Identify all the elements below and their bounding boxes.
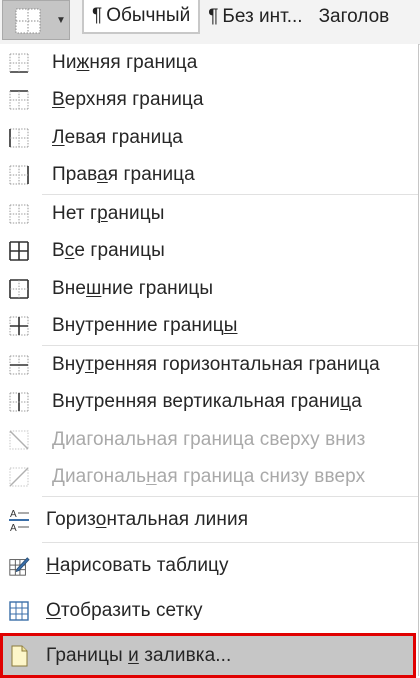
style-item-label: Обычный: [106, 5, 191, 26]
inside-vertical-border-icon: [8, 391, 30, 413]
menu-item-label: Диагональная граница сверху вниз: [52, 428, 366, 450]
svg-text:A: A: [10, 523, 17, 533]
menu-item-view-gridlines[interactable]: Отобразить сетку: [0, 588, 418, 633]
borders-dropdown-menu: Нижняя граница Верхняя граница Левая гра…: [0, 44, 419, 678]
menu-item-label: Внешние границы: [52, 277, 214, 299]
menu-item-draw-table[interactable]: Нарисовать таблицу: [0, 543, 418, 588]
svg-text:A: A: [10, 509, 17, 520]
menu-item-label: Нет границы: [52, 202, 165, 224]
menu-item-label: Внутренние границы: [52, 315, 238, 337]
borders-and-shading-icon: [8, 645, 30, 667]
all-borders-icon: [8, 240, 30, 262]
border-bottom-icon: [8, 52, 30, 74]
style-item-label: Заголов: [318, 6, 390, 27]
menu-item-label: Внутренняя горизонтальная граница: [52, 353, 380, 375]
border-right-icon: [8, 164, 30, 186]
menu-item-all-borders[interactable]: Все границы: [0, 233, 418, 271]
menu-item-label: Все границы: [52, 240, 165, 262]
borders-icon: [15, 8, 41, 34]
border-top-icon: [8, 89, 30, 111]
menu-item-border-left[interactable]: Левая граница: [0, 119, 418, 157]
diagonal-down-border-icon: [8, 429, 30, 451]
chevron-down-icon: ▼: [56, 14, 66, 26]
menu-item-outside-borders[interactable]: Внешние границы: [0, 270, 418, 308]
paragraph-mark-icon: ¶: [92, 5, 103, 26]
view-gridlines-icon: [8, 600, 30, 622]
styles-gallery: ¶ Обычный ¶ Без инт... Заголов: [82, 0, 397, 36]
menu-item-label: Правая граница: [52, 164, 195, 186]
menu-item-label: Горизонтальная линия: [46, 508, 249, 530]
menu-item-horizontal-line[interactable]: A A Горизонтальная линия: [0, 497, 418, 542]
menu-item-no-border[interactable]: Нет границы: [0, 195, 418, 233]
menu-item-label: Нижняя граница: [52, 51, 198, 73]
border-left-icon: [8, 127, 30, 149]
borders-dropdown-arrow[interactable]: ▼: [53, 1, 69, 39]
menu-item-border-top[interactable]: Верхняя граница: [0, 82, 418, 120]
menu-item-label: Левая граница: [52, 126, 183, 148]
menu-item-diagonal-down-border: Диагональная граница сверху вниз: [0, 421, 418, 459]
style-item-label: Без инт...: [222, 6, 303, 27]
menu-item-label: Диагональная граница снизу вверх: [52, 466, 366, 488]
ribbon: ▼ ¶ Обычный ¶ Без инт... Заголов: [0, 0, 420, 45]
menu-item-border-bottom[interactable]: Нижняя граница: [0, 44, 418, 82]
menu-item-border-right[interactable]: Правая граница: [0, 157, 418, 195]
outside-borders-icon: [8, 278, 30, 300]
horizontal-line-icon: A A: [8, 509, 30, 533]
inside-horizontal-border-icon: [8, 354, 30, 376]
paragraph-mark-icon: ¶: [208, 6, 219, 27]
menu-item-label: Отобразить сетку: [46, 599, 203, 621]
menu-item-inside-borders[interactable]: Внутренние границы: [0, 308, 418, 346]
menu-item-label: Верхняя граница: [52, 89, 204, 111]
inside-borders-icon: [8, 315, 30, 337]
menu-item-label: Нарисовать таблицу: [46, 554, 229, 576]
borders-button[interactable]: [7, 6, 49, 36]
menu-item-borders-and-shading[interactable]: Границы и заливка...: [0, 633, 416, 678]
borders-split-button[interactable]: ▼: [2, 0, 70, 40]
style-item[interactable]: ¶ Без инт...: [200, 0, 310, 34]
draw-table-icon: [8, 555, 30, 577]
menu-item-label: Внутренняя вертикальная граница: [52, 391, 362, 413]
menu-item-diagonal-up-border: Диагональная граница снизу вверх: [0, 459, 418, 497]
style-item[interactable]: ¶ Обычный: [82, 0, 201, 34]
style-item[interactable]: Заголов: [311, 0, 398, 34]
diagonal-up-border-icon: [8, 466, 30, 488]
menu-item-inside-vertical-border[interactable]: Внутренняя вертикальная граница: [0, 384, 418, 422]
menu-item-inside-horizontal-border[interactable]: Внутренняя горизонтальная граница: [0, 346, 418, 384]
menu-item-label: Границы и заливка...: [46, 644, 232, 666]
no-border-icon: [8, 203, 30, 225]
